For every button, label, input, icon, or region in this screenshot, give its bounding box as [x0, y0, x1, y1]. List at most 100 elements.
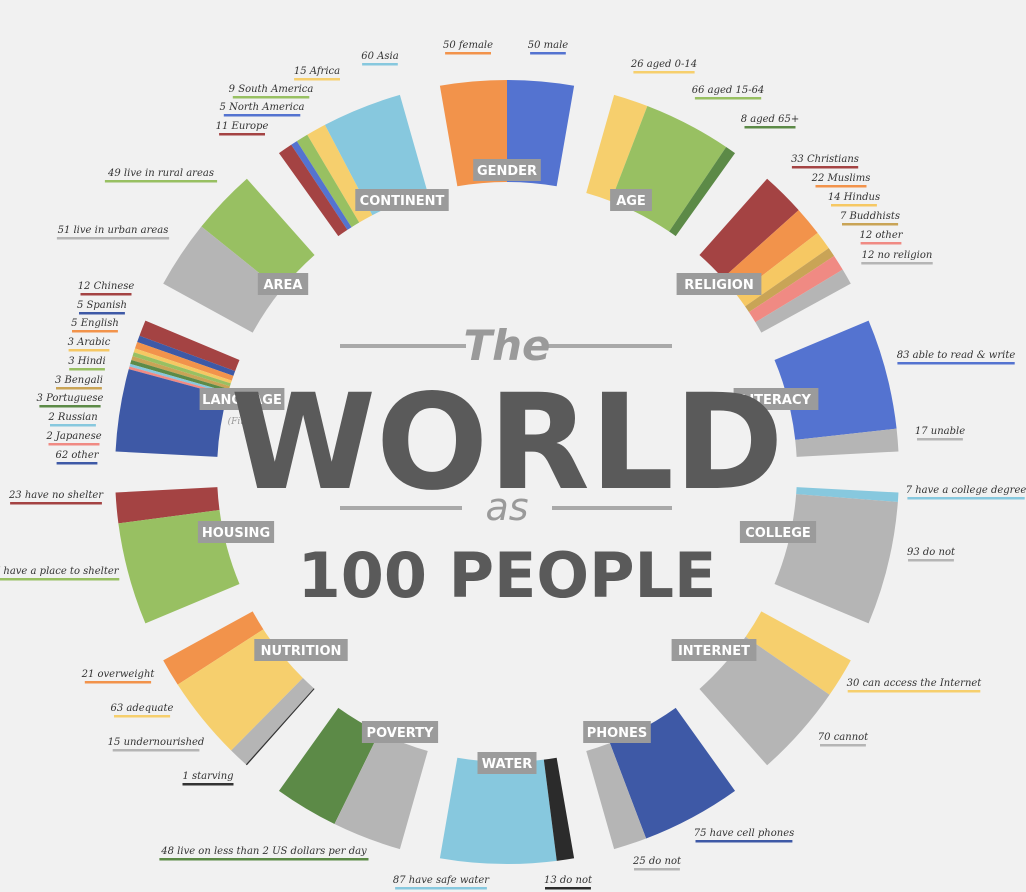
label-age-1: 66 aged 15-64: [692, 85, 765, 96]
world-as-100-people-chart: 50 female 50 male 26 aged 0-14 66 aged 15-6…: [0, 40, 1026, 890]
label-underline-religion-5: [861, 262, 933, 265]
label-language-4: 3 Hindi: [68, 356, 106, 367]
label-underline-gender-0: [445, 52, 491, 55]
label-underline-phones-0: [695, 840, 793, 843]
label-area-0: 49 live in rural areas: [107, 168, 214, 179]
label-underline-religion-3: [842, 223, 899, 226]
label-underline-poverty-0: [159, 858, 369, 861]
label-literacy-0: 83 able to read & write: [897, 350, 1016, 361]
label-underline-housing-1: [0, 578, 120, 581]
category-label-phones: PHONES: [587, 726, 648, 741]
label-underline-language-5: [56, 387, 102, 390]
category-label-internet: INTERNET: [678, 644, 750, 659]
label-internet-1: 70 cannot: [818, 732, 869, 743]
category-label-college: COLLEGE: [745, 526, 811, 541]
label-underline-college-1: [908, 559, 954, 562]
label-literacy-1: 17 unable: [915, 426, 965, 437]
label-underline-college-0: [907, 497, 1025, 500]
category-label-housing: HOUSING: [202, 526, 270, 541]
label-underline-phones-1: [634, 868, 680, 871]
label-phones-1: 25 do not: [632, 856, 682, 867]
label-underline-area-1: [56, 237, 170, 240]
label-underline-water-0: [395, 887, 487, 890]
label-nutrition-0: 21 overweight: [81, 669, 156, 680]
label-underline-internet-1: [820, 744, 866, 747]
label-underline-nutrition-0: [84, 681, 152, 684]
label-underline-language-3: [68, 349, 110, 352]
category-label-religion: RELIGION: [684, 278, 753, 293]
label-continent-3: 5 North America: [220, 102, 305, 113]
label-underline-water-1: [545, 887, 591, 890]
label-underline-age-0: [633, 71, 695, 74]
label-underline-nutrition-3: [182, 783, 234, 786]
category-label-poverty: POVERTY: [367, 726, 434, 741]
label-nutrition-3: 1 starving: [182, 771, 233, 782]
title-the: The: [463, 321, 550, 370]
label-age-0: 26 aged 0-14: [630, 59, 697, 70]
label-continent-0: 60 Asia: [361, 51, 398, 62]
label-language-7: 2 Russian: [47, 412, 97, 423]
label-underline-nutrition-1: [114, 715, 171, 718]
label-language-9: 62 other: [55, 450, 99, 461]
label-underline-continent-0: [362, 63, 398, 66]
label-underline-area-0: [104, 180, 218, 183]
label-water-1: 13 do not: [544, 875, 593, 886]
label-underline-religion-1: [815, 185, 867, 188]
label-continent-4: 11 Europe: [216, 121, 269, 132]
label-underline-language-1: [79, 312, 125, 315]
label-college-0: 7 have a college degree: [906, 485, 1026, 496]
category-label-water: WATER: [482, 757, 533, 772]
label-continent-1: 15 Africa: [294, 66, 340, 77]
label-language-3: 3 Arabic: [68, 337, 111, 348]
label-underline-language-7: [50, 424, 96, 427]
label-religion-5: 12 no religion: [862, 250, 933, 261]
label-language-8: 2 Japanese: [45, 431, 101, 442]
label-age-2: 8 aged 65+: [741, 114, 800, 125]
label-underline-internet-0: [847, 690, 981, 693]
label-underline-religion-0: [791, 166, 859, 169]
label-underline-age-2: [744, 126, 796, 129]
label-underline-continent-1: [294, 78, 340, 81]
label-phones-0: 75 have cell phones: [694, 828, 795, 839]
title-as: as: [485, 485, 528, 529]
label-underline-continent-2: [232, 96, 310, 99]
label-college-1: 93 do not: [907, 547, 956, 558]
label-religion-2: 14 Hindus: [828, 192, 880, 203]
label-poverty-0: 48 live on less than 2 US dollars per da…: [160, 846, 367, 857]
label-underline-language-6: [39, 405, 101, 408]
category-label-nutrition: NUTRITION: [261, 644, 342, 659]
label-underline-housing-0: [10, 502, 102, 505]
label-underline-language-8: [48, 443, 100, 446]
category-label-gender: GENDER: [477, 164, 537, 179]
label-underline-religion-4: [860, 242, 902, 245]
label-gender-1: 50 male: [528, 40, 569, 51]
label-religion-4: 12 other: [859, 230, 903, 241]
category-label-age: AGE: [616, 194, 646, 209]
label-housing-1: 77 have a place to shelter: [0, 566, 120, 577]
label-area-1: 51 live in urban areas: [58, 225, 169, 236]
label-gender-0: 50 female: [443, 40, 493, 51]
label-housing-0: 23 have no shelter: [8, 490, 104, 501]
label-underline-age-1: [694, 97, 762, 100]
category-label-continent: CONTINENT: [360, 194, 445, 209]
label-underline-continent-3: [223, 114, 301, 117]
segment-literacy-0: [774, 320, 897, 440]
label-language-1: 5 Spanish: [77, 300, 127, 311]
label-internet-0: 30 can access the Internet: [847, 678, 983, 689]
label-nutrition-2: 15 undernourished: [108, 737, 205, 748]
label-nutrition-1: 63 adequate: [111, 703, 174, 714]
label-water-0: 87 have safe water: [393, 875, 490, 886]
label-underline-gender-1: [530, 52, 566, 55]
label-underline-nutrition-2: [112, 749, 200, 752]
label-religion-1: 22 Muslims: [811, 173, 871, 184]
label-continent-2: 9 South America: [229, 84, 314, 95]
title-people: 100 PEOPLE: [298, 539, 717, 612]
label-underline-literacy-0: [897, 362, 1015, 365]
label-underline-language-2: [72, 330, 118, 333]
infographic: 50 female 50 male 26 aged 0-14 66 aged 15-6…: [0, 0, 1026, 892]
label-underline-literacy-1: [917, 438, 963, 441]
label-language-5: 3 Bengali: [55, 375, 103, 386]
center-title: The WORLD as 100 PEOPLE: [230, 321, 783, 612]
label-underline-religion-2: [831, 204, 877, 207]
label-religion-0: 33 Christians: [791, 154, 859, 165]
